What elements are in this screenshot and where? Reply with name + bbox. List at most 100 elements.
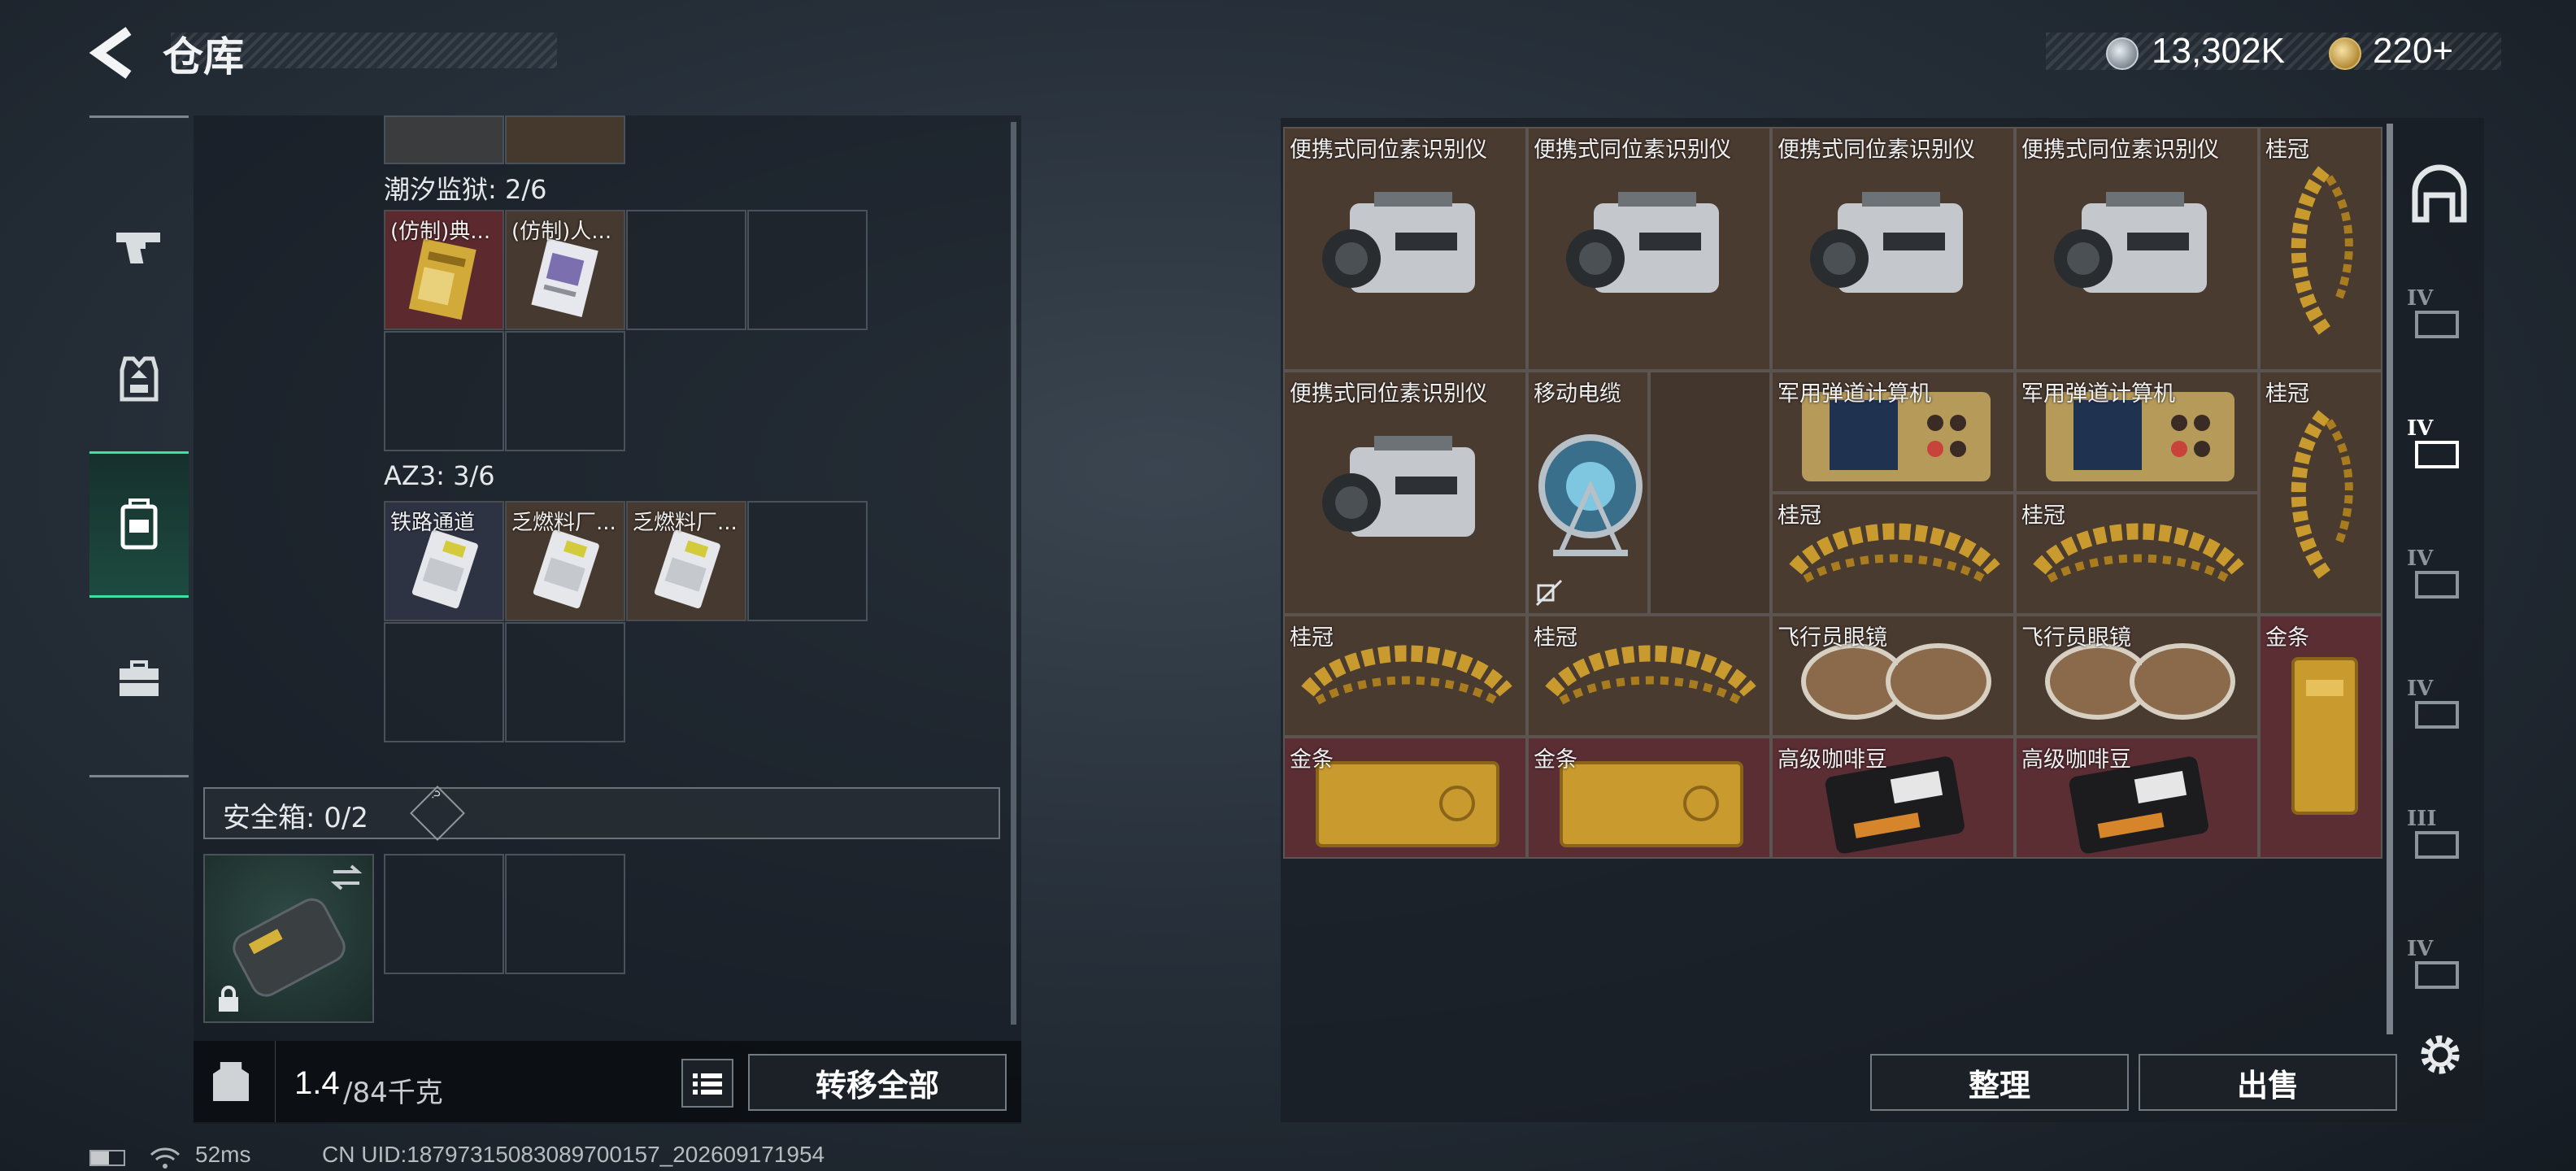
weight-kg-icon	[213, 1062, 249, 1101]
weight-bar: 1.4 /84千克 转移全部	[194, 1041, 1021, 1122]
inventory-item[interactable]: (仿制)典...	[384, 210, 504, 330]
grid-slot[interactable]	[747, 210, 868, 330]
tab-box	[2415, 831, 2459, 859]
inventory-item[interactable]: 金条	[2259, 615, 2382, 859]
weight-current: 1.4	[294, 1065, 340, 1101]
item-name: 军用弹道计算机	[1778, 381, 1931, 407]
inventory-item[interactable]: 桂冠	[1771, 493, 2015, 615]
tier-label: IV	[2407, 546, 2434, 571]
uid-text: CN UID:18797315083089700157_202609171954	[322, 1142, 825, 1167]
stash-scrollbar[interactable]	[2387, 124, 2393, 1034]
nav-armor[interactable]	[89, 305, 189, 451]
grid-slot[interactable]	[384, 331, 504, 451]
gear-icon[interactable]	[2412, 1026, 2469, 1083]
inventory-item[interactable]: 铁路通道	[384, 501, 504, 621]
laurel-crown-icon	[2291, 166, 2353, 337]
item-name: 便携式同位素识别仪	[1778, 137, 1975, 163]
list-view-button[interactable]	[681, 1059, 733, 1108]
isotope-scanner-icon	[1566, 192, 1719, 293]
inventory-item[interactable]: 飞行员眼镜	[2015, 615, 2259, 737]
inventory-item[interactable]: 桂冠	[1283, 615, 1527, 737]
item-name: 高级咖啡豆	[2021, 747, 2131, 773]
inventory-item[interactable]: 移动电缆	[1527, 371, 1649, 615]
help-icon[interactable]: ?	[410, 786, 465, 841]
stash-tab-level-iv-icon[interactable]: IV	[2407, 546, 2472, 612]
silver-coin-icon	[2106, 37, 2139, 70]
tab-box	[2415, 311, 2459, 338]
weight-max: /84千克	[343, 1077, 443, 1109]
item-name: 金条	[1290, 747, 1334, 773]
nav-tools[interactable]	[89, 606, 189, 752]
nav-backpack[interactable]	[89, 451, 189, 598]
gold-coin-icon	[2329, 37, 2361, 70]
lock-icon	[219, 986, 238, 1012]
isotope-scanner-icon	[1322, 192, 1475, 293]
inventory-item[interactable]: 军用弹道计算机	[1771, 371, 2015, 493]
nav-weapons[interactable]	[89, 175, 189, 321]
grid-slot[interactable]	[505, 331, 625, 451]
sell-button[interactable]: 出售	[2139, 1054, 2397, 1111]
inventory-item[interactable]: 乏燃料厂...	[626, 501, 746, 621]
item-name: 军用弹道计算机	[2021, 381, 2175, 407]
item-name: 高级咖啡豆	[1778, 747, 1887, 773]
grid-slot[interactable]	[505, 115, 625, 164]
isotope-scanner-icon	[1810, 192, 1963, 293]
inventory-item[interactable]: 金条	[1283, 737, 1527, 859]
inventory-item[interactable]: 桂冠	[2015, 493, 2259, 615]
container-scrollbar[interactable]	[1011, 122, 1016, 1025]
item-name: 金条	[2265, 625, 2309, 651]
inventory-item[interactable]: 高级咖啡豆	[2015, 737, 2259, 859]
item-name: 飞行员眼镜	[2021, 625, 2131, 651]
item-name: 飞行员眼镜	[1778, 625, 1887, 651]
battery-icon	[89, 1150, 125, 1166]
tier-label: IV	[2407, 416, 2434, 441]
inventory-item[interactable]: 金条	[1527, 737, 1771, 859]
item-name: (仿制)人...	[511, 220, 612, 244]
safe-box-slot[interactable]	[505, 854, 625, 974]
safe-box-slot[interactable]	[203, 854, 374, 1023]
item-name: 便携式同位素识别仪	[1290, 137, 1487, 163]
backpack-icon	[120, 498, 158, 550]
stash-tab-level-iii-icon[interactable]: III	[2407, 807, 2472, 872]
isotope-scanner-icon	[1322, 436, 1475, 537]
inventory-item[interactable]: 桂冠	[2259, 127, 2382, 371]
laurel-crown-icon	[2291, 410, 2353, 581]
inventory-item[interactable]: 飞行员眼镜	[1771, 615, 2015, 737]
empty-slot[interactable]	[1649, 371, 1771, 615]
stash-tab-level-iv-active-icon[interactable]: IV	[2407, 416, 2472, 481]
grid-slot[interactable]	[384, 622, 504, 742]
left-category-nav	[89, 115, 189, 777]
safe-box-label: 安全箱: 0/2	[223, 802, 368, 834]
inventory-item[interactable]: 便携式同位素识别仪	[1527, 127, 1771, 371]
inventory-item[interactable]: 高级咖啡豆	[1771, 737, 2015, 859]
inventory-item[interactable]: 便携式同位素识别仪	[1283, 371, 1527, 615]
organize-button[interactable]: 整理	[1870, 1054, 2129, 1111]
tier-label: IV	[2407, 937, 2434, 961]
vest-icon	[120, 356, 159, 402]
safe-box-slot[interactable]	[384, 854, 504, 974]
tab-box	[2415, 571, 2459, 599]
page-title: 仓库	[163, 33, 244, 81]
gold-bar-icon	[2291, 657, 2358, 815]
swap-icon[interactable]	[330, 864, 363, 891]
inventory-item[interactable]: 桂冠	[2259, 371, 2382, 615]
inventory-item[interactable]: 军用弹道计算机	[2015, 371, 2259, 493]
add-stash-tab-icon[interactable]: IV	[2407, 937, 2472, 1002]
inventory-item[interactable]: 桂冠	[1527, 615, 1771, 737]
transfer-all-button[interactable]: 转移全部	[748, 1054, 1007, 1111]
item-name: 移动电缆	[1534, 381, 1621, 407]
back-arrow-icon[interactable]	[88, 24, 137, 81]
grid-slot[interactable]	[626, 210, 746, 330]
grid-slot[interactable]	[505, 622, 625, 742]
stash-tab-level-iv-icon[interactable]: IV	[2407, 286, 2472, 351]
inventory-item[interactable]: 便携式同位素识别仪	[1283, 127, 1527, 371]
isotope-scanner-icon	[2054, 192, 2207, 293]
inventory-item[interactable]: 便携式同位素识别仪	[1771, 127, 2015, 371]
inventory-item[interactable]: (仿制)人...	[505, 210, 625, 330]
inventory-item[interactable]: 便携式同位素识别仪	[2015, 127, 2259, 371]
grid-slot[interactable]	[384, 115, 504, 164]
grid-slot[interactable]	[747, 501, 868, 621]
stash-tab-level-iv-icon[interactable]: IV	[2407, 677, 2472, 742]
helmet-tab-icon[interactable]	[2407, 163, 2472, 228]
inventory-item[interactable]: 乏燃料厂...	[505, 501, 625, 621]
